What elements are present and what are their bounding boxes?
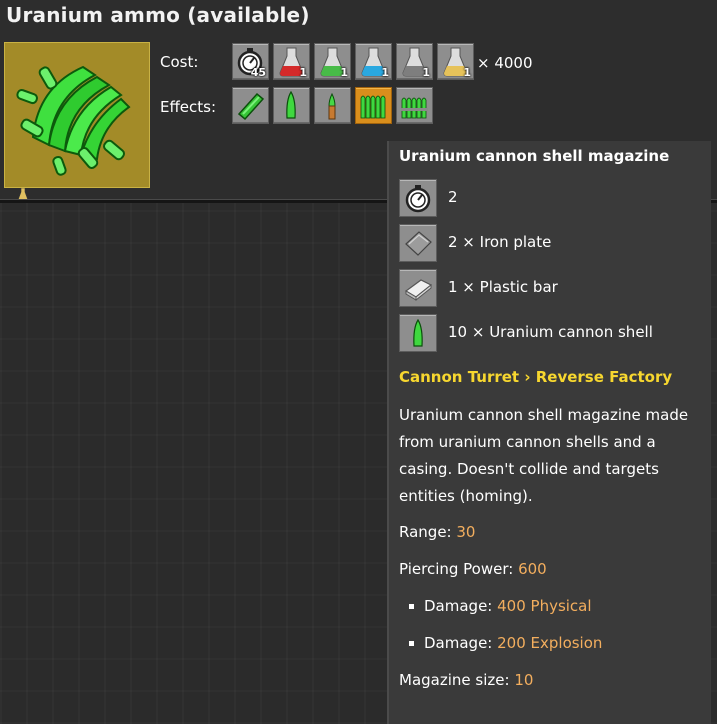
- effect-slot-uranium-cannon-shell-box[interactable]: [396, 87, 433, 124]
- stat-value: 30: [456, 523, 476, 541]
- time-icon: [405, 185, 431, 213]
- cost-slot-time[interactable]: 45: [232, 43, 269, 80]
- uranium-cannon-shell-icon: [286, 90, 296, 119]
- effect-slot-uranium-magazine[interactable]: [232, 87, 269, 124]
- cost-count: 1: [463, 66, 471, 79]
- stat-label: Magazine size:: [399, 671, 515, 689]
- stat-value: 200 Explosion: [497, 634, 603, 652]
- item-tooltip: Uranium cannon shell magazine 2 2 × Iron…: [387, 141, 711, 724]
- uranium-cannon-shell-magazine-icon: [360, 95, 386, 119]
- uranium-magazine-icon: [237, 92, 265, 121]
- recipe-slot: [399, 179, 437, 217]
- recipe-slot: [399, 269, 437, 307]
- stat-label: Damage:: [424, 634, 498, 652]
- stat-value: 400 Physical: [497, 597, 592, 615]
- cost-count: 1: [422, 66, 430, 79]
- stat-value: 600: [518, 560, 547, 578]
- cost-count: 1: [381, 66, 389, 79]
- uranium-rounds-icon: [328, 92, 336, 120]
- cost-multiplier: × 4000: [477, 54, 533, 72]
- effects-label: Effects:: [160, 98, 217, 116]
- stat-range: Range: 30: [399, 523, 475, 541]
- cost-count: 1: [299, 66, 307, 79]
- cost-count: 45: [250, 66, 266, 79]
- stat-label: Damage:: [424, 597, 498, 615]
- stat-label: Range:: [399, 523, 457, 541]
- cost-label: Cost:: [160, 53, 199, 71]
- tooltip-description: Uranium cannon shell magazine made from …: [399, 406, 689, 505]
- cost-slot-red-flask[interactable]: 1: [273, 43, 310, 80]
- bullet-icon: [409, 641, 414, 646]
- page-title: Uranium ammo (available): [6, 3, 310, 27]
- plastic-bar-icon: [404, 279, 433, 302]
- stat-label: Piercing Power:: [399, 560, 519, 578]
- stat-value: 10: [514, 671, 534, 689]
- cost-slot-grey-flask[interactable]: 1: [396, 43, 433, 80]
- recipe-slot: [399, 224, 437, 262]
- effect-slot-uranium-cannon-shell[interactable]: [273, 87, 310, 124]
- effect-slot-uranium-cannon-shell-magazine[interactable]: [355, 87, 392, 124]
- recipe-text: 10 × Uranium cannon shell: [448, 323, 653, 341]
- tooltip-category: Cannon Turret › Reverse Factory: [399, 368, 673, 386]
- cost-slot-yellow-flask[interactable]: 1: [437, 43, 474, 80]
- effect-slot-uranium-rounds[interactable]: [314, 87, 351, 124]
- technology-icon[interactable]: [4, 42, 150, 201]
- stat-damage-physical: Damage: 400 Physical: [424, 597, 592, 615]
- recipe-text: 2: [448, 188, 458, 206]
- uranium-cannon-shell-box-icon: [401, 97, 428, 119]
- iron-plate-icon: [405, 231, 432, 256]
- recipe-text: 1 × Plastic bar: [448, 278, 558, 296]
- uranium-cannon-shell-icon: [413, 318, 423, 347]
- recipe-slot: [399, 314, 437, 352]
- stat-piercing-power: Piercing Power: 600: [399, 560, 547, 578]
- cost-slot-green-flask[interactable]: 1: [314, 43, 351, 80]
- stat-damage-explosion: Damage: 200 Explosion: [424, 634, 602, 652]
- recipe-text: 2 × Iron plate: [448, 233, 552, 251]
- cost-count: 1: [340, 66, 348, 79]
- stat-magazine-size: Magazine size: 10: [399, 671, 533, 689]
- tooltip-title: Uranium cannon shell magazine: [399, 147, 670, 165]
- cost-slot-blue-flask[interactable]: 1: [355, 43, 392, 80]
- bullet-icon: [409, 604, 414, 609]
- uranium-ammo-icon: [16, 65, 131, 176]
